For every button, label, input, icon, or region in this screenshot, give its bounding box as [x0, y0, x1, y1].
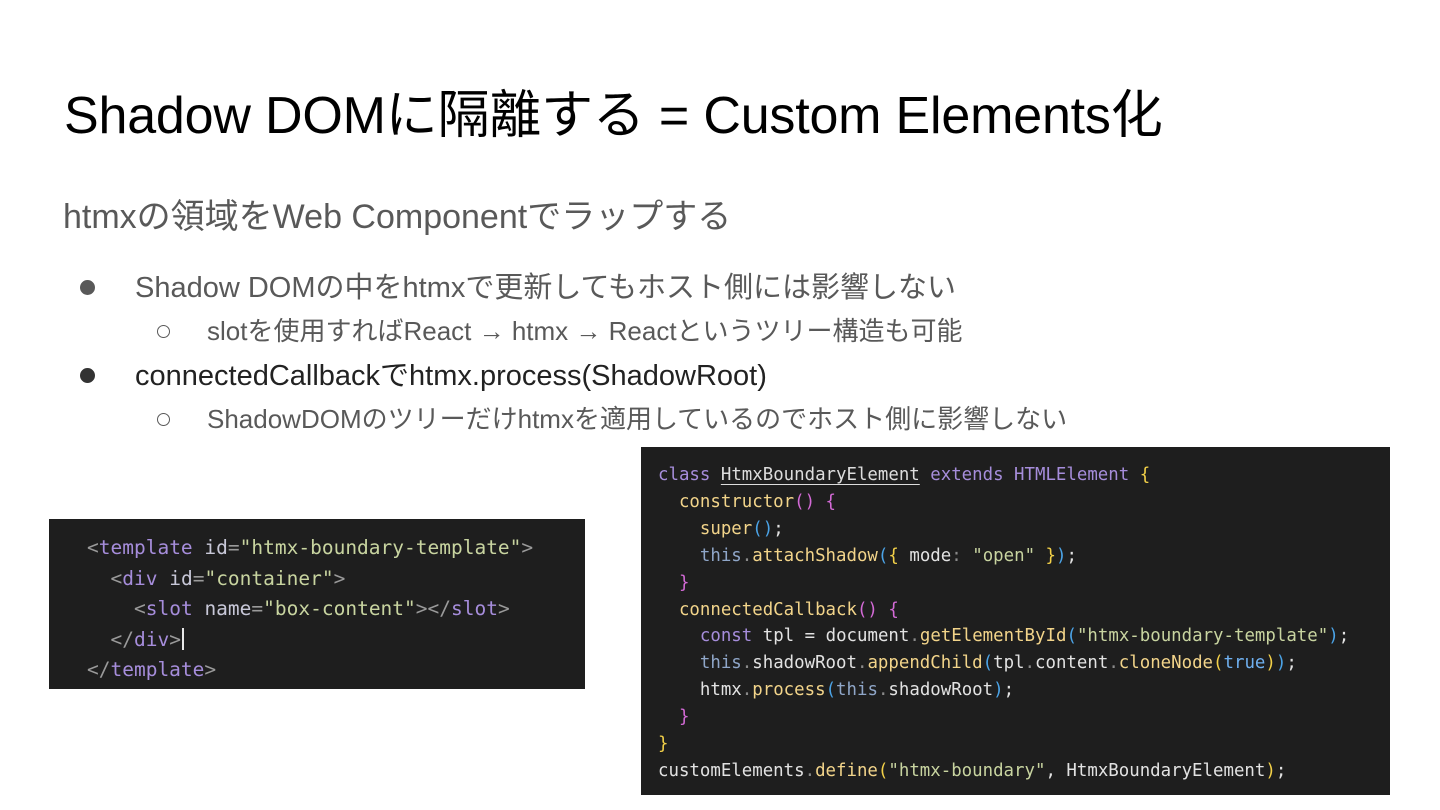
- sub-bullet-circle-icon: [157, 325, 170, 338]
- template-code-snippet: <template id="htmx-boundary-template"> <…: [49, 519, 585, 689]
- slide-subtitle: htmxの領域をWeb Componentでラップする: [63, 198, 732, 236]
- sub-bullet-item: ShadowDOMのツリーだけhtmxを適用しているのでホスト側に影響しない: [0, 398, 1440, 442]
- bullet-item: connectedCallbackでhtmx.process(ShadowRoo…: [0, 354, 1440, 398]
- code-line: </div>: [87, 625, 585, 656]
- code-line: super();: [699, 518, 784, 539]
- slide-title: Shadow DOMに隔離する = Custom Elements化: [64, 87, 1163, 145]
- bullet-dot-icon: [80, 280, 95, 295]
- code-line: class HtmxBoundaryElement extends HTMLEl…: [658, 465, 1151, 485]
- code-line: this.shadowRoot.appendChild(tpl.content.…: [699, 653, 1297, 674]
- code-line: connectedCallback() {: [678, 599, 899, 620]
- code-line: <slot name="box-content"></slot>: [133, 597, 510, 621]
- code-line: }: [678, 707, 690, 728]
- code-line: }: [658, 734, 669, 755]
- code-line: <template id="htmx-boundary-template">: [87, 536, 534, 559]
- sub-bullet-item: slotを使用すればReact → htmx → Reactというツリー構造も可…: [0, 310, 1440, 354]
- sub-bullet-circle-icon: [157, 413, 170, 426]
- bullet-text: Shadow DOMの中をhtmxで更新してもホスト側には影響しない: [135, 272, 957, 304]
- code-line: </template>: [87, 658, 217, 682]
- sub-bullet-text: slotを使用すればReact → htmx → Reactというツリー構造も可…: [207, 316, 963, 346]
- sub-bullet-text: ShadowDOMのツリーだけhtmxを適用しているのでホスト側に影響しない: [207, 404, 1068, 434]
- bullet-list: Shadow DOMの中をhtmxで更新してもホスト側には影響しない slotを…: [0, 266, 1440, 442]
- bullet-dot-icon: [80, 368, 95, 383]
- text-cursor: [181, 627, 184, 650]
- code-line: this.attachShadow({ mode: "open" });: [699, 545, 1077, 566]
- class-code-snippet: class HtmxBoundaryElement extends HTMLEl…: [641, 447, 1390, 795]
- code-line: customElements.define("htmx-boundary", H…: [658, 760, 1287, 781]
- code-line: const tpl = document.getElementById("htm…: [699, 626, 1350, 647]
- code-line: <div id="container">: [110, 566, 346, 590]
- bullet-text: connectedCallbackでhtmx.process(ShadowRoo…: [135, 360, 767, 392]
- code-line: constructor() {: [678, 491, 837, 512]
- bullet-item: Shadow DOMの中をhtmxで更新してもホスト側には影響しない: [0, 266, 1440, 310]
- code-line: htmx.process(this.shadowRoot);: [699, 680, 1015, 701]
- code-line: }: [678, 572, 690, 593]
